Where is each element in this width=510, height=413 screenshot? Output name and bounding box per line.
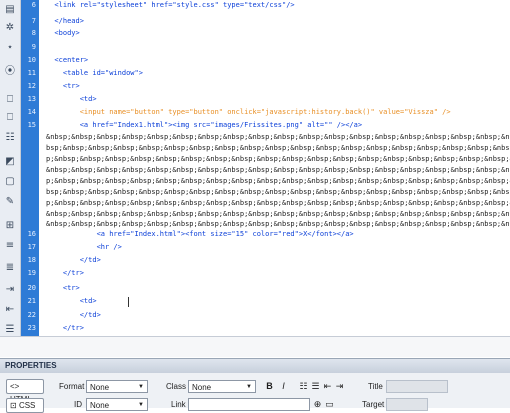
title-label: Title [368, 382, 383, 391]
unordered-list-icon[interactable]: ☷ [298, 380, 309, 393]
balance-braces-icon[interactable]: ⎕ [3, 112, 17, 124]
move-css-icon[interactable]: ≣ [3, 262, 17, 274]
css-button-label: CSS [18, 401, 36, 410]
code-editor[interactable]: <link rel="stylesheet" href="style.css" … [40, 0, 510, 336]
css-icon: ⊡ [10, 401, 17, 410]
coding-toolbar: ▤ ✲ ⋆ ⦿ ⎕ ⎕ ☷ ◩ ▢ ✎ ⊞ ≡ ≣ ⇥ ⇤ ☰ [0, 0, 21, 356]
format-label: Format [59, 382, 85, 391]
title-field[interactable] [386, 380, 448, 393]
line-number: 20 [27, 284, 36, 292]
chevron-down-icon: ▼ [246, 384, 252, 390]
line-number: 17 [27, 243, 36, 251]
properties-panel: <> HTML ⊡ CSS Format None ▼ ID None ▼ Cl… [0, 373, 510, 413]
line-number: 14 [27, 108, 36, 116]
code-line-input-button[interactable]: <input name="button" type="button" oncli… [46, 107, 451, 117]
code-line[interactable]: <hr /> [46, 242, 122, 252]
editor-status-area [0, 336, 510, 357]
chevron-down-icon: ▼ [138, 402, 144, 408]
open-documents-icon[interactable]: ▤ [3, 4, 17, 16]
line-number-gutter: 6 7 8 9 10 11 12 13 14 15 16 17 18 19 20… [21, 0, 39, 336]
italic-button[interactable]: I [278, 380, 289, 393]
point-to-file-icon[interactable]: ⊕ [312, 398, 323, 411]
css-mode-button[interactable]: ⊡ CSS [6, 398, 44, 413]
code-line[interactable]: </head> [46, 16, 84, 26]
indent-icon[interactable]: ⇥ [334, 380, 345, 393]
code-line[interactable]: </td> [46, 310, 101, 320]
outdent-code-icon[interactable]: ⇤ [3, 304, 17, 316]
line-number: 15 [27, 121, 36, 129]
remove-comment-icon[interactable]: ✎ [3, 196, 17, 208]
line-number: 19 [27, 269, 36, 277]
collapse-selection-icon[interactable]: ⋆ [3, 42, 17, 54]
code-line[interactable]: <a href="Index1.html"><img src="images/F… [46, 120, 362, 130]
entity-line[interactable]: bsp;&nbsp;&nbsp;&nbsp;&nbsp;&nbsp;&nbsp;… [46, 143, 510, 153]
code-line[interactable]: <tr> [46, 81, 80, 91]
link-label: Link [171, 400, 186, 409]
line-number: 16 [27, 230, 36, 238]
line-number: 7 [31, 17, 36, 25]
line-number: 22 [27, 311, 36, 319]
select-parent-tag-icon[interactable]: ⎕ [3, 94, 17, 106]
line-number: 8 [31, 29, 36, 37]
class-label: Class [166, 382, 187, 391]
line-number: 11 [27, 69, 36, 77]
entity-line[interactable]: &nbsp;&nbsp;&nbsp;&nbsp;&nbsp;&nbsp;&nbs… [46, 165, 510, 175]
wrap-tag-icon[interactable]: ⊞ [3, 220, 17, 232]
entity-line[interactable]: &nbsp;&nbsp;&nbsp;&nbsp;&nbsp;&nbsp;&nbs… [46, 132, 510, 142]
line-number: 10 [27, 56, 36, 64]
code-line[interactable]: <center> [46, 55, 88, 65]
code-line[interactable]: </tr> [46, 268, 84, 278]
line-number: 9 [31, 43, 36, 51]
line-number: 6 [31, 1, 36, 9]
browse-folder-icon[interactable]: ▭ [324, 398, 335, 411]
target-select[interactable] [386, 398, 428, 411]
code-line[interactable]: <td> [46, 296, 97, 306]
code-line[interactable]: <td> [46, 94, 97, 104]
class-select[interactable]: None ▼ [188, 380, 256, 393]
format-source-icon[interactable]: ☰ [3, 324, 17, 336]
recent-snippets-icon[interactable]: ≡ [3, 240, 17, 252]
entity-line[interactable]: &nbsp;&nbsp;&nbsp;&nbsp;&nbsp;&nbsp;&nbs… [46, 209, 510, 219]
properties-panel-header[interactable]: PROPERTIES [0, 358, 510, 374]
code-line[interactable]: <tr> [46, 283, 80, 293]
line-numbers-icon[interactable]: ☷ [3, 132, 17, 144]
collapse-tag-icon[interactable]: ✲ [3, 22, 17, 34]
apply-comment-icon[interactable]: ▢ [3, 176, 17, 188]
line-number: 13 [27, 95, 36, 103]
id-label: ID [74, 400, 82, 409]
highlight-invalid-code-icon[interactable]: ◩ [3, 156, 17, 168]
code-line[interactable]: </td> [46, 255, 101, 265]
chevron-down-icon: ▼ [138, 384, 144, 390]
line-number: 23 [27, 324, 36, 332]
outdent-icon[interactable]: ⇤ [322, 380, 333, 393]
ordered-list-icon[interactable]: ☰ [310, 380, 321, 393]
text-cursor [128, 297, 129, 307]
indent-code-icon[interactable]: ⇥ [3, 284, 17, 296]
target-label: Target [362, 400, 385, 409]
line-number: 18 [27, 256, 36, 264]
properties-title: PROPERTIES [5, 361, 57, 370]
line-number: 12 [27, 82, 36, 90]
format-value: None [90, 383, 110, 392]
id-select[interactable]: None ▼ [86, 398, 148, 411]
code-line[interactable]: <body> [46, 28, 79, 38]
link-input[interactable] [188, 398, 310, 411]
expand-all-icon[interactable]: ⦿ [3, 66, 17, 78]
code-line[interactable]: <a href="Index.html"><font size="15" col… [46, 229, 354, 239]
code-line[interactable]: <link rel="stylesheet" href="style.css" … [46, 0, 294, 10]
entity-line[interactable]: p;&nbsp;&nbsp;&nbsp;&nbsp;&nbsp;&nbsp;&n… [46, 154, 510, 164]
format-select[interactable]: None ▼ [86, 380, 148, 393]
html-icon: <> [10, 382, 20, 391]
code-line[interactable]: </tr> [46, 323, 84, 333]
class-value: None [192, 383, 212, 392]
id-value: None [90, 401, 110, 410]
entity-line[interactable]: &nbsp;&nbsp;&nbsp;&nbsp;&nbsp;&nbsp;&nbs… [46, 219, 510, 229]
entity-line[interactable]: bsp;&nbsp;&nbsp;&nbsp;&nbsp;&nbsp;&nbsp;… [46, 187, 510, 197]
entity-line[interactable]: p;&nbsp;&nbsp;&nbsp;&nbsp;&nbsp;&nbsp;&n… [46, 176, 510, 186]
bold-button[interactable]: B [264, 380, 275, 393]
code-line[interactable]: <table id="window"> [46, 68, 143, 78]
html-mode-button[interactable]: <> HTML [6, 379, 44, 404]
line-number: 21 [27, 297, 36, 305]
entity-line[interactable]: p;&nbsp;&nbsp;&nbsp;&nbsp;&nbsp;&nbsp;&n… [46, 198, 510, 208]
